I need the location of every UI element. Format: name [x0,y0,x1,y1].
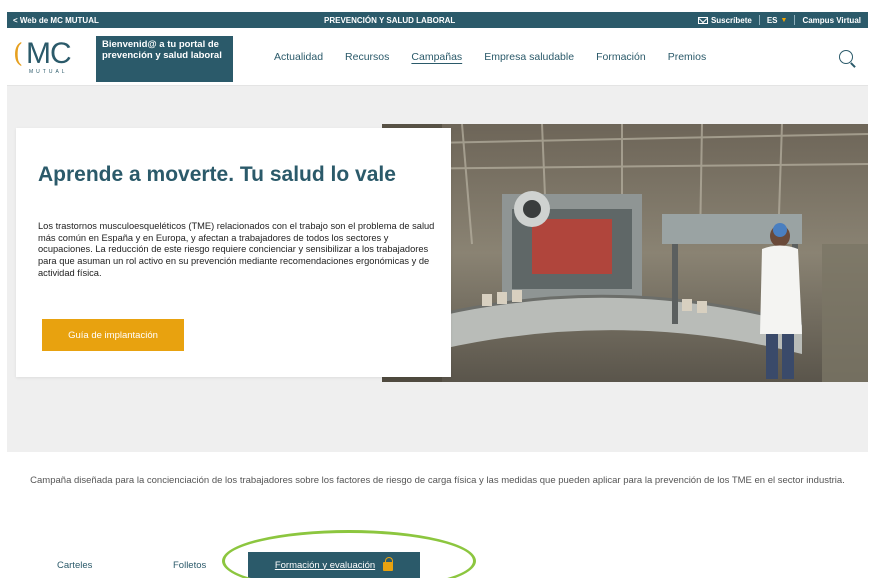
back-to-mc-mutual-link[interactable]: < Web de MC MUTUAL [13,16,99,25]
mail-icon [697,16,708,24]
nav-empresa-saludable[interactable]: Empresa saludable [484,51,574,63]
language-label: ES [766,15,778,25]
nav-campanas[interactable]: Campañas [411,51,462,63]
cut-off-text-line [0,0,875,6]
mc-mutual-logo[interactable]: ( MC MUTUAL [13,37,99,77]
highlight-ellipse [222,530,476,578]
nav-recursos[interactable]: Recursos [345,51,389,63]
welcome-banner: Bienvenid@ a tu portal de prevención y s… [96,36,233,82]
campus-label: Campus Virtual [802,15,861,25]
tab-folletos[interactable]: Folletos [173,560,206,571]
language-selector[interactable]: ES ▼ [760,12,795,28]
chevron-down-icon: ▼ [780,16,788,24]
subscribe-label: Suscríbete [710,15,752,25]
nav-premios[interactable]: Premios [668,51,707,63]
logo-mark-icon: ( [13,39,24,69]
top-utility-bar: < Web de MC MUTUAL PREVENCIÓN Y SALUD LA… [7,12,868,28]
hero-description: Los trastornos musculoesqueléticos (TME)… [38,221,435,278]
site-header: ( MC MUTUAL Bienvenid@ a tu portal de pr… [7,28,868,86]
search-icon[interactable] [839,50,853,64]
hero-title: Aprende a moverte. Tu salud lo vale [38,163,396,186]
campaign-description: Campaña diseñada para la concienciación … [30,475,845,486]
hero-card: Aprende a moverte. Tu salud lo vale Los … [16,128,451,377]
implementation-guide-button[interactable]: Guía de implantación [42,319,184,351]
nav-actualidad[interactable]: Actualidad [274,51,323,63]
factory-worker-photo [382,124,868,382]
campus-virtual-link[interactable]: Campus Virtual [795,12,868,28]
portal-title: PREVENCIÓN Y SALUD LABORAL [324,15,456,25]
main-navigation: Actualidad Recursos Campañas Empresa sal… [274,51,728,63]
logo-subtext: MUTUAL [29,69,68,75]
logo-text: MC [26,37,72,70]
nav-formacion[interactable]: Formación [596,51,646,63]
subscribe-link[interactable]: Suscríbete [691,12,759,28]
tab-carteles[interactable]: Carteles [57,560,92,571]
